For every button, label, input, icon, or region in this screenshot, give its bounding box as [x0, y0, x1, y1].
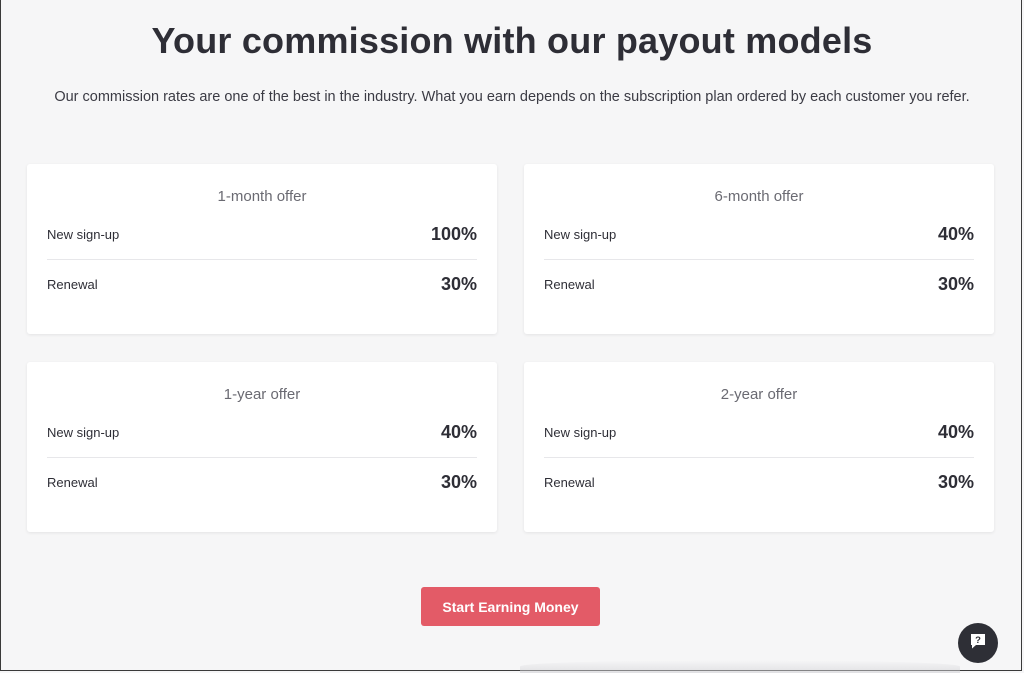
start-earning-money-button[interactable]: Start Earning Money — [421, 587, 600, 626]
offer-row-renewal: Renewal 30% — [544, 458, 974, 507]
offer-card-1-month: 1-month offer New sign-up 100% Renewal 3… — [27, 164, 497, 334]
svg-text:?: ? — [975, 635, 981, 646]
offer-card-title: 1-year offer — [223, 386, 301, 403]
offer-row-new-signup: New sign-up 100% — [47, 210, 477, 260]
bottom-shadow-decoration — [520, 660, 960, 673]
row-label: Renewal — [47, 277, 98, 292]
offer-card-2-year: 2-year offer New sign-up 40% Renewal 30% — [524, 362, 994, 532]
offer-row-renewal: Renewal 30% — [47, 458, 477, 507]
row-label: New sign-up — [47, 227, 120, 242]
row-label: Renewal — [47, 475, 98, 490]
offer-row-new-signup: New sign-up 40% — [47, 408, 477, 458]
offer-row-new-signup: New sign-up 40% — [544, 408, 974, 458]
offer-card-6-month: 6-month offer New sign-up 40% Renewal 30… — [524, 164, 994, 334]
offer-row-new-signup: New sign-up 40% — [544, 210, 974, 260]
offer-row-renewal: Renewal 30% — [544, 260, 974, 309]
row-label: New sign-up — [544, 425, 617, 440]
row-value: 30% — [440, 472, 477, 492]
page-subtitle: Our commission rates are one of the best… — [54, 89, 970, 105]
help-chat-button[interactable]: ? — [958, 623, 998, 663]
row-label: New sign-up — [544, 227, 617, 242]
row-value: 40% — [440, 422, 477, 442]
offer-row-renewal: Renewal 30% — [47, 260, 477, 309]
help-chat-icon: ? — [969, 632, 987, 655]
row-label: New sign-up — [47, 425, 120, 440]
row-value: 40% — [937, 224, 974, 244]
offer-card-title: 1-month offer — [217, 188, 307, 205]
offer-card-1-year: 1-year offer New sign-up 40% Renewal 30% — [27, 362, 497, 532]
row-value: 100% — [430, 224, 477, 244]
page-title: Your commission with our payout models — [151, 20, 873, 61]
row-value: 30% — [937, 274, 974, 294]
row-label: Renewal — [544, 277, 595, 292]
offer-card-title: 2-year offer — [720, 386, 798, 403]
row-value: 30% — [440, 274, 477, 294]
row-value: 40% — [937, 422, 974, 442]
row-value: 30% — [937, 472, 974, 492]
row-label: Renewal — [544, 475, 595, 490]
offer-card-title: 6-month offer — [714, 188, 804, 205]
